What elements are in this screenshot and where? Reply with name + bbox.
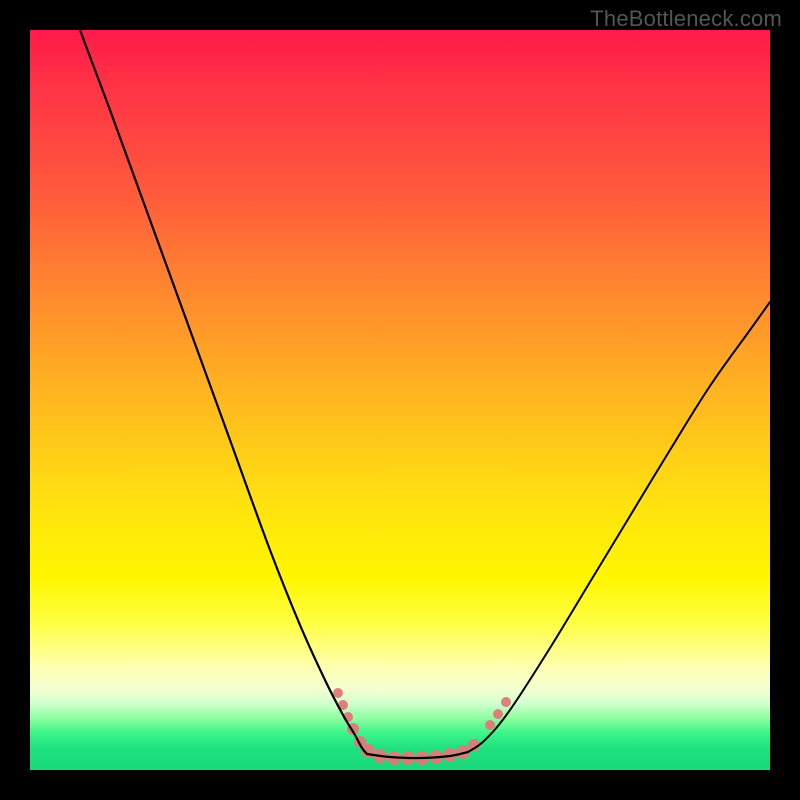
watermark-text: TheBottleneck.com — [590, 6, 782, 32]
marker-group — [333, 688, 511, 765]
valley-marker — [333, 688, 343, 698]
left-curve-line — [80, 30, 367, 754]
valley-marker — [485, 720, 495, 730]
valley-marker — [493, 709, 503, 719]
right-curve-line — [468, 302, 770, 752]
chart-svg — [30, 30, 770, 770]
chart-frame: TheBottleneck.com — [0, 0, 800, 800]
plot-area — [30, 30, 770, 770]
valley-marker — [501, 697, 511, 707]
